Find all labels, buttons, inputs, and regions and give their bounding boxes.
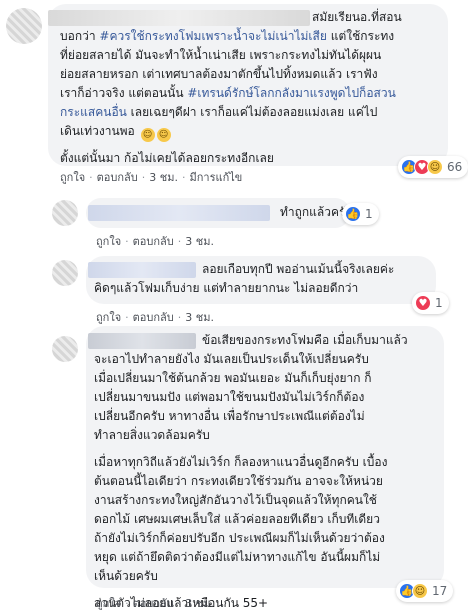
comment-line: บอกว่า #ควรใช้กระทงโฟมเพราะน้ำจะไม่เน่าไ… [60,29,395,43]
reply-line: ดอกไม้ เศษผมเศษเล็บใส่ แล้วค่อยลอยทีเดีย… [94,512,380,526]
reply-link[interactable]: ตอบกลับ [133,311,174,324]
reply-line: ข้อเสียของกระทงโฟมคือ เมื่อเก็บมาแล้ว [202,333,408,347]
reply-text: ลอยเกือบทุกปี พออ่านเม้นนี้จริงเลยค่ะ คิ… [94,260,394,298]
reply-line: เมื่อเปลี่ยนมาใช้ต้นกล้วย พอมันเยอะ มันก… [94,371,372,385]
reply-line: คิดๆแล้วโฟมเก็บง่าย แต่ทำลายยากนะ ไม่ลอย… [94,281,359,295]
haha-reaction-icon: ☺ [412,583,428,599]
comment-line: ที่ย่อยสลายได้ มันจะทำให้น้ำเน่าเสีย เพร… [60,48,382,62]
reaction-summary[interactable]: 👍 ♥ ☺ 66 [398,156,468,178]
like-link[interactable]: ถูกใจ [96,311,121,324]
reply-line: ทำลายสิ่งแวดล้อมครับ [94,428,210,442]
reply-text: ข้อเสียของกระทงโฟมคือ เมื่อเก็บมาแล้ว จะ… [94,331,408,613]
reply-line: จะเอาไปทำลายยังไง มันเลยเป็นประเด็นให้เป… [94,352,369,366]
hashtag-link[interactable]: #ควรใช้กระทงโฟมเพราะน้ำจะไม่เน่าไม่เสีย [99,29,327,43]
reply-link[interactable]: ตอบกลับ [133,235,174,248]
reply-line: งานสร้างกระทงใหญ่สักอันวางไว้เป็นจุดแล้ว… [94,493,377,507]
comment-actions: ถูกใจ · ตอบกลับ · 3 ชม. · มีการแก้ไข [60,171,243,184]
comment-line: สมัยเรียนอ.ที่สอน [312,10,402,24]
like-reaction-icon: 👍 [345,206,361,222]
reaction-count: 1 [435,296,443,310]
like-link[interactable]: ถูกใจ [60,171,85,184]
love-reaction-icon: ♥ [415,295,431,311]
reply-link[interactable]: ตอบกลับ [133,597,174,610]
author-name[interactable] [88,205,270,221]
reply-actions: ถูกใจ · ตอบกลับ · 3 ชม. [96,235,214,248]
reaction-count: 66 [447,160,463,174]
avatar[interactable] [52,336,78,362]
timestamp[interactable]: 3 ชม. [185,235,214,248]
reply-line: เมื่อหาทุกวิถีแล้วยังไม่เวิร์ก ก็ลองหาแน… [94,455,388,469]
reply-line: ต้นตอนนี้ไอเดียว่า กระทงเดียวใช้ร่วมกัน … [94,474,383,488]
hashtag-link[interactable]: #เทรนด์รักษ์โลกกลังมาแรงพูดไปก็อสวน [187,86,395,100]
reply-line: หยุด แต่ถ้ายึดติดว่าต้องมีแต่ไม่หาทางแก้… [94,550,381,564]
reaction-summary[interactable]: 👍 ☺ 17 [396,580,454,602]
reaction-count: 1 [365,207,373,221]
reply-actions: ถูกใจ · ตอบกลับ · 3 ชม. [96,597,214,610]
grin-emoji-icon: ☺ [140,128,155,142]
comment-text: สมัยเรียนอ.ที่สอน บอกว่า #ควรใช้กระทงโฟม… [60,8,402,168]
reply-line: เห็นด้วยครับ [94,569,158,583]
hashtag-link[interactable]: กระแสคนอื่น [60,105,127,119]
reply-line: เปลี่ยนมาขนมปัง แต่พอมาใช้ขนมปังมันไม่เว… [94,390,365,404]
avatar[interactable] [6,8,42,44]
reply-line: เปลี่ยนอีกครับ หาทางอื่น เพื่อรักษาประเพ… [94,409,365,423]
reaction-count: 17 [432,584,448,598]
comment-line: ตั้งแต่นั้นมา ก้อไม่เคยได้ลอยกระทงอีกเลย [60,151,274,165]
comment-line: เราก็อ่าวจริง แต่ตอนนั้น #เทรนด์รักษ์โลก… [60,86,396,100]
timestamp[interactable]: 3 ชม. [185,597,214,610]
like-link[interactable]: ถูกใจ [96,597,121,610]
reaction-summary[interactable]: ♥ 1 [412,292,449,314]
reaction-summary[interactable]: 👍 1 [342,203,379,225]
avatar[interactable] [52,260,78,286]
like-link[interactable]: ถูกใจ [96,235,121,248]
edited-label[interactable]: มีการแก้ไข [189,171,242,184]
timestamp[interactable]: 3 ชม. [149,171,178,184]
reply-actions: ถูกใจ · ตอบกลับ · 3 ชม. [96,311,214,324]
comment-line: กระแสคนอื่น เลยเฉยๆดีฝา เราก็อแค่ไม่ต้อง… [60,105,378,119]
reply-line: ลอยเกือบทุกปี พออ่านเม้นนี้จริงเลยค่ะ [202,262,395,276]
timestamp[interactable]: 3 ชม. [185,311,214,324]
grin-emoji-icon: ☺ [156,128,171,142]
comment-line: ย่อยสลายหรอก เต่าเทศบาลต้องมาตักขึ้นไปทิ… [60,67,378,81]
avatar[interactable] [52,200,78,226]
reply-line: ถ้ายังไม่เวิร์กก็ค่อยปรับอีก ประเพณีผมก็… [94,531,385,545]
reply-link[interactable]: ตอบกลับ [97,171,138,184]
haha-reaction-icon: ☺ [427,159,443,175]
comment-line: เดินเท่วงานพอ ☺ ☺ [60,122,402,142]
